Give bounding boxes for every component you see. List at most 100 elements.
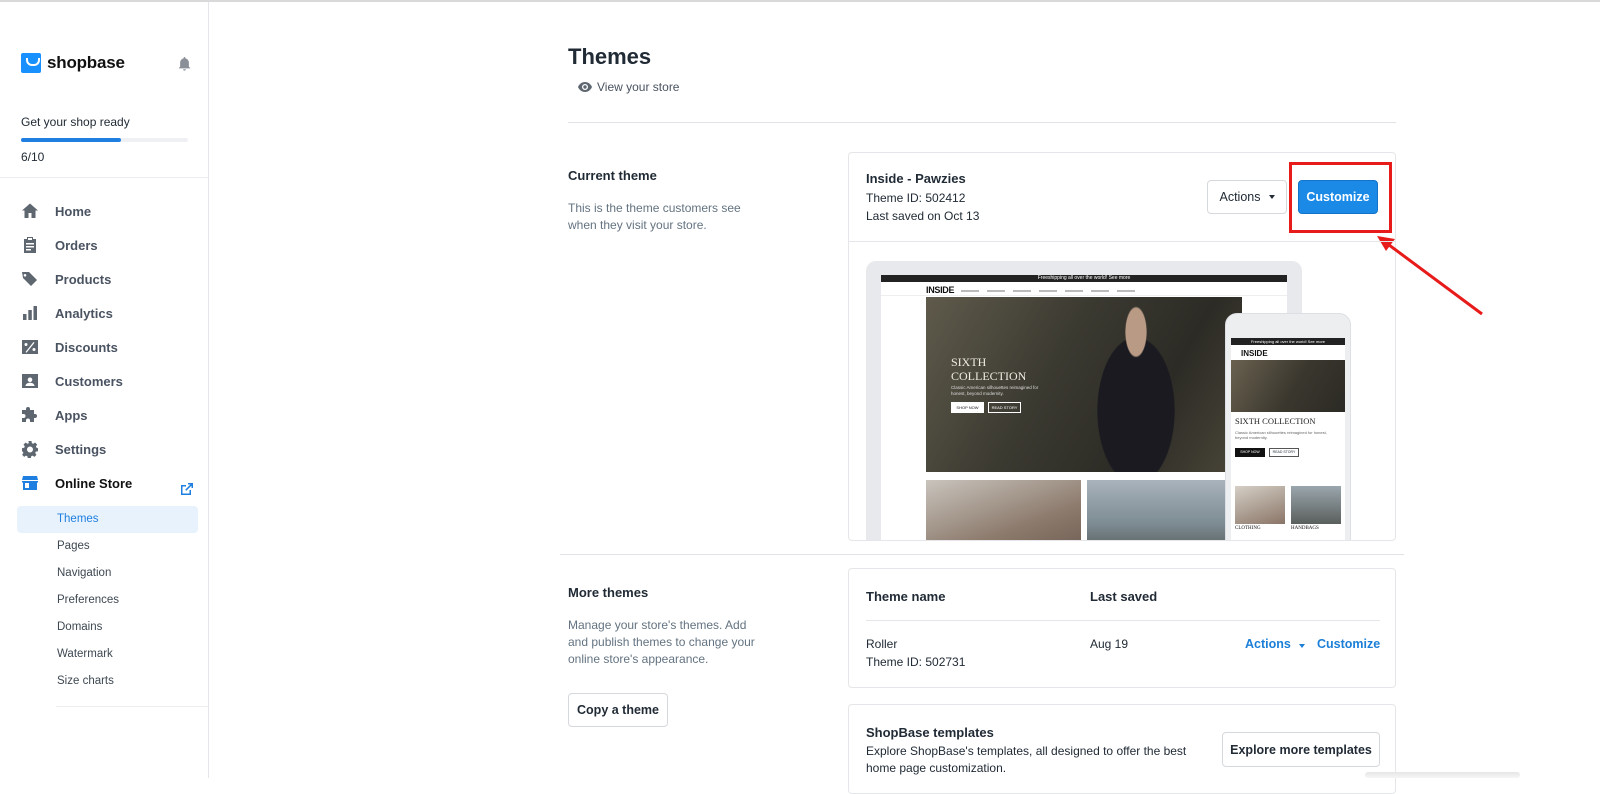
gear-icon — [22, 441, 38, 458]
highlight-box — [1289, 162, 1392, 233]
thumb-image-1 — [926, 480, 1081, 540]
sub-item-themes[interactable]: Themes — [57, 513, 99, 525]
header-divider — [568, 122, 1396, 123]
sidebar-item-label: Analytics — [55, 305, 113, 321]
sub-item-pages[interactable]: Pages — [57, 540, 90, 552]
top-border — [0, 0, 1600, 2]
sidebar-item-settings[interactable]: Settings — [21, 438, 106, 460]
sidebar-item-online-store[interactable]: Online Store — [21, 472, 132, 494]
mobile-thumb-1 — [1235, 486, 1285, 524]
home-icon — [22, 203, 38, 218]
mobile-logo: INSIDE — [1241, 349, 1268, 358]
actions-label: Actions — [1219, 190, 1261, 204]
puzzle-icon — [22, 407, 37, 422]
hero-title-line2: COLLECTION — [951, 369, 1027, 383]
mobile-thumb-2 — [1291, 486, 1341, 524]
discount-icon — [22, 340, 38, 354]
chevron-down-icon — [1298, 644, 1305, 648]
eye-icon — [578, 82, 592, 92]
hero-image: SIXTH COLLECTION Classic American silhou… — [926, 297, 1242, 472]
mobile-read-story: READ STORY — [1269, 448, 1299, 457]
row-theme-name: Roller — [866, 637, 898, 651]
sub-item-active-bg — [17, 506, 198, 533]
progress-label: Get your shop ready — [21, 115, 130, 129]
row-customize-link[interactable]: Customize — [1317, 637, 1380, 651]
view-store-link[interactable]: View your store — [578, 80, 679, 94]
more-themes-title: More themes — [568, 585, 649, 600]
mobile-shop-now: SHOP NOW — [1235, 448, 1265, 457]
hero-read-story: READ STORY — [988, 402, 1021, 413]
actions-button[interactable]: Actions — [1207, 180, 1287, 214]
copy-theme-button[interactable]: Copy a theme — [568, 693, 668, 727]
mobile-screen: Freeshipping all over the world! See mor… — [1231, 338, 1345, 540]
sub-item-watermark[interactable]: Watermark — [57, 648, 113, 660]
customers-icon — [22, 374, 38, 388]
templates-desc: Explore ShopBase's templates, all design… — [866, 744, 1187, 775]
theme-preview[interactable]: Freeshipping all over the world! See mor… — [849, 243, 1395, 540]
sidebar-item-label: Apps — [55, 407, 88, 423]
sidebar-bottom-divider — [56, 706, 208, 707]
sub-item-size-charts[interactable]: Size charts — [57, 675, 114, 687]
tag-icon — [22, 272, 37, 286]
progress-bar — [21, 138, 188, 142]
progress-count: 6/10 — [21, 150, 45, 164]
current-theme-desc: This is the theme customers see when the… — [568, 201, 741, 232]
sidebar-item-label: Products — [55, 271, 112, 287]
hero-figure — [1076, 297, 1196, 472]
col-last-saved: Last saved — [1090, 589, 1158, 604]
sub-item-domains[interactable]: Domains — [57, 621, 102, 633]
row-theme-id: Theme ID: 502731 — [866, 655, 966, 669]
hero-title: SIXTH COLLECTION — [951, 355, 1026, 383]
hero-title-line1: SIXTH — [951, 355, 987, 369]
sidebar-divider — [0, 177, 208, 178]
sidebar-item-orders[interactable]: Orders — [21, 234, 98, 256]
sub-item-preferences[interactable]: Preferences — [57, 594, 119, 606]
mobile-hero-subtitle: Classic American silhouettes reimagined … — [1235, 430, 1327, 440]
logo-text: shopbase — [47, 53, 125, 72]
bar-chart-icon — [23, 306, 37, 320]
clipboard-icon — [24, 237, 36, 253]
shopbase-logo-icon — [21, 53, 41, 73]
sidebar-item-label: Orders — [55, 237, 98, 253]
section-divider — [560, 554, 1404, 555]
sidebar-item-customers[interactable]: Customers — [21, 370, 123, 392]
site-nav-links — [961, 290, 1141, 292]
row-actions-link[interactable]: Actions — [1245, 637, 1305, 651]
sidebar-item-apps[interactable]: Apps — [21, 404, 88, 426]
site-logo: INSIDE — [926, 285, 955, 295]
mobile-caption-handbags: HANDBAGS — [1291, 526, 1319, 531]
page-title: Themes — [568, 44, 652, 69]
sidebar-item-home[interactable]: Home — [21, 200, 91, 222]
mobile-hero-image — [1231, 360, 1345, 412]
more-themes-card — [848, 568, 1396, 688]
current-theme-name: Inside - Pawzies — [866, 171, 966, 186]
current-theme-title: Current theme — [568, 168, 657, 183]
mobile-hero-title: SIXTH COLLECTION — [1235, 416, 1316, 426]
logo[interactable]: shopbase — [21, 53, 125, 73]
sidebar-item-analytics[interactable]: Analytics — [21, 302, 113, 324]
thumb-image-2 — [1087, 480, 1242, 540]
sidebar-item-label: Customers — [55, 373, 123, 389]
card-divider — [848, 241, 1396, 242]
mobile-preview: Freeshipping all over the world! See mor… — [1225, 313, 1351, 540]
mobile-promo-bar: Freeshipping all over the world! See mor… — [1231, 338, 1345, 345]
mobile-caption-clothing: CLOTHING — [1235, 526, 1261, 531]
promo-bar: Freeshipping all over the world! See mor… — [881, 275, 1287, 282]
sidebar-item-label: Home — [55, 203, 92, 219]
bottom-shadow — [1365, 772, 1520, 778]
row-last-saved: Aug 19 — [1090, 637, 1129, 651]
current-theme-id: Theme ID: 502412 — [866, 191, 966, 205]
current-theme-saved: Last saved on Oct 13 — [866, 209, 980, 223]
more-themes-desc: Manage your store's themes. Add and publ… — [568, 618, 755, 666]
templates-title: ShopBase templates — [866, 725, 994, 740]
bell-icon[interactable] — [178, 57, 191, 71]
explore-templates-button[interactable]: Explore more templates — [1222, 732, 1380, 767]
sidebar-item-label: Settings — [55, 441, 107, 457]
sidebar-item-discounts[interactable]: Discounts — [21, 336, 118, 358]
hero-shop-now: SHOP NOW — [951, 402, 984, 413]
external-link-icon[interactable] — [180, 482, 194, 496]
sidebar-item-label: Discounts — [55, 339, 118, 355]
sidebar-item-products[interactable]: Products — [21, 268, 111, 290]
table-divider — [866, 620, 1380, 621]
sub-item-navigation[interactable]: Navigation — [57, 567, 111, 579]
